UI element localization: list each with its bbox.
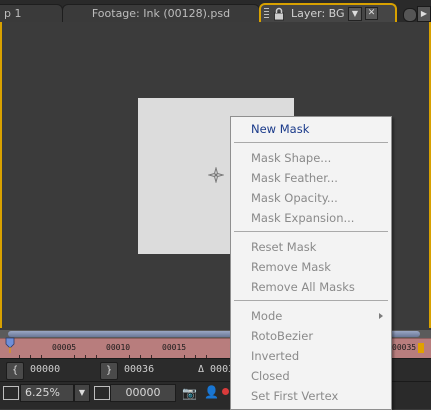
show-snapshot-icon[interactable]: 👤 [204,385,219,399]
anchor-point-icon[interactable] [208,167,224,183]
magnification-dropdown-button[interactable]: ▼ [74,384,90,402]
mask-context-menu: New Mask Mask Shape... Mask Feather... M… [230,116,392,410]
ruler-tick-label: 00035 [392,343,417,352]
menu-separator [234,231,388,232]
menu-item-inverted[interactable]: Inverted [231,346,391,366]
menu-item-mask-opacity[interactable]: Mask Opacity... [231,188,391,208]
in-point-display[interactable]: 00036 [124,364,154,375]
tab-footage[interactable]: Footage: Ink (00128).psd [62,4,260,23]
magnification-ratio-field[interactable]: 6.25% [20,384,74,402]
layer-dropdown-button[interactable]: ▼ [348,7,362,21]
menu-item-mask-shape[interactable]: Mask Shape... [231,148,391,168]
menu-item-closed[interactable]: Closed [231,366,391,386]
region-of-interest-icon[interactable] [94,386,110,400]
panel-menu-button[interactable] [403,8,417,22]
menu-item-new-mask[interactable]: New Mask [231,119,391,139]
tab-composition[interactable]: p 1 [0,4,63,23]
current-time-indicator-icon[interactable] [5,337,15,353]
current-time-field[interactable]: 00000 [110,384,176,402]
menu-item-mode-label: Mode [251,309,283,323]
menu-item-mask-feather[interactable]: Mask Feather... [231,168,391,188]
ruler-tick-label: 00015 [162,343,187,352]
menu-item-set-first-vertex[interactable]: Set First Vertex [231,386,391,406]
ruler-tick-label: 00010 [106,343,131,352]
lock-icon[interactable] [273,7,285,21]
menu-item-mask-expansion[interactable]: Mask Expansion... [231,208,391,228]
current-time-display[interactable]: 00000 [30,364,60,375]
menu-item-mode[interactable]: Mode [231,306,391,326]
work-area-end-marker[interactable] [418,343,424,353]
drag-grip-icon[interactable] [264,8,269,20]
menu-separator [234,300,388,301]
panel-tab-bar: p 1 Footage: Ink (00128).psd Layer: BG ▼… [0,0,431,25]
duration-display: Δ 0003 [198,364,235,375]
menu-item-remove-all-masks[interactable]: Remove All Masks [231,277,391,297]
panel-scroll-right-icon[interactable]: ▶ [417,6,431,22]
submenu-arrow-icon [379,313,383,319]
menu-item-reset-mask[interactable]: Reset Mask [231,237,391,257]
tab-layer-label: Layer: BG [291,7,345,20]
menu-item-rotobezier[interactable]: RotoBezier [231,326,391,346]
set-in-point-button[interactable]: { [6,362,24,380]
ruler-tick-label: 00005 [52,343,77,352]
snapshot-camera-icon[interactable]: 📷 [182,386,197,400]
menu-item-remove-mask[interactable]: Remove Mask [231,257,391,277]
menu-separator [234,142,388,143]
tab-footage-label: Footage: Ink (00128).psd [91,7,231,20]
close-tab-button[interactable]: ✕ [365,7,378,20]
set-out-point-button[interactable]: } [100,362,118,380]
always-preview-icon[interactable] [3,386,19,400]
channel-color-dot-icon[interactable] [222,388,229,395]
tab-composition-label: p 1 [4,7,22,20]
